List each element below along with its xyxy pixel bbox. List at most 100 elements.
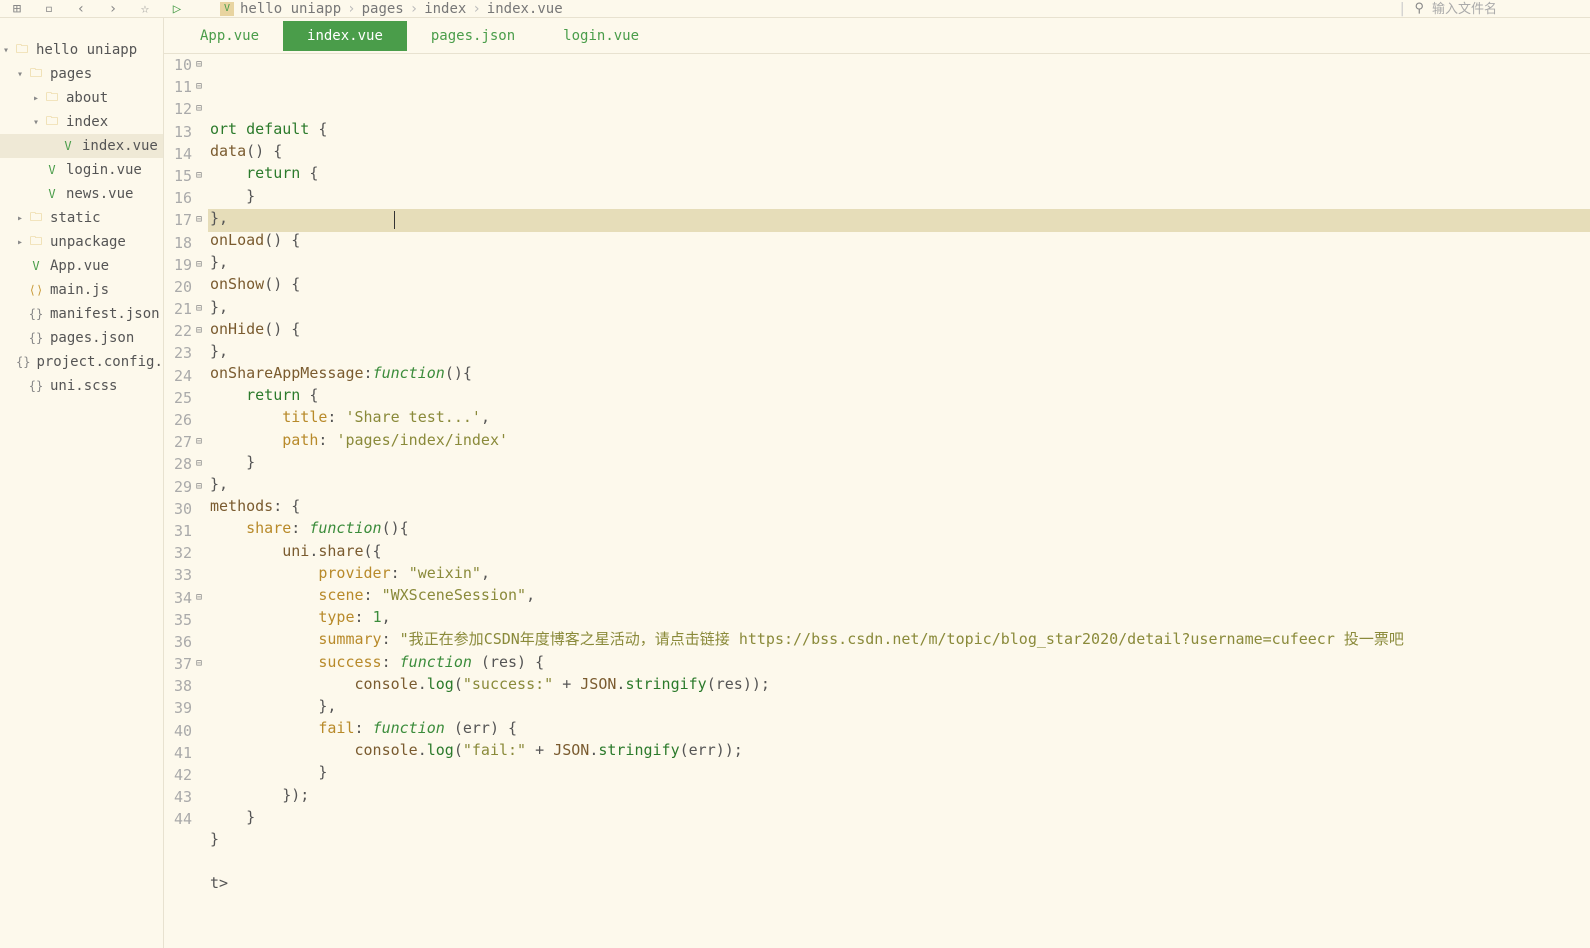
tree-item-login-vue[interactable]: Vlogin.vue: [0, 158, 163, 182]
line-number: 40: [164, 720, 192, 742]
code-line[interactable]: onLoad() {: [208, 229, 1590, 251]
code-line[interactable]: }: [208, 451, 1590, 473]
breadcrumb-item[interactable]: pages: [362, 1, 404, 17]
folder-icon: 🗀: [44, 88, 60, 109]
code-line[interactable]: success: function (res) {: [208, 651, 1590, 673]
tab-index-vue[interactable]: index.vue: [283, 21, 407, 51]
fold-minus-icon[interactable]: ⊟: [196, 76, 208, 98]
code-line[interactable]: }: [208, 185, 1590, 207]
tree-item-project-config-json[interactable]: {}project.config.json: [0, 350, 163, 374]
code-line[interactable]: t>: [208, 872, 1590, 894]
code-line[interactable]: uni.share({: [208, 540, 1590, 562]
code-line[interactable]: share: function(){: [208, 517, 1590, 539]
chevron-right-icon[interactable]: ▸: [30, 93, 42, 104]
code-line[interactable]: },: [208, 251, 1590, 273]
code-line[interactable]: [208, 850, 1590, 872]
tree-item-news-vue[interactable]: Vnews.vue: [0, 182, 163, 206]
code-line[interactable]: },: [208, 207, 1590, 229]
code-line[interactable]: ort default {: [208, 118, 1590, 140]
breadcrumb-item[interactable]: index.vue: [487, 1, 563, 17]
tree-item-index[interactable]: ▾🗀index: [0, 110, 163, 134]
tree-item-App-vue[interactable]: VApp.vue: [0, 254, 163, 278]
search-icon[interactable]: ⚲: [1414, 1, 1424, 16]
code-line[interactable]: provider: "weixin",: [208, 562, 1590, 584]
line-number: 39: [164, 697, 192, 719]
fold-minus-icon[interactable]: ⊟: [196, 254, 208, 276]
tab-App-vue[interactable]: App.vue: [176, 21, 283, 51]
fold-minus-icon[interactable]: ⊟: [196, 453, 208, 475]
fold-gutter[interactable]: ⊟⊟⊟⊟⊟⊟⊟⊟⊟⊟⊟⊟⊟: [196, 54, 208, 948]
code-line[interactable]: onShareAppMessage:function(){: [208, 362, 1590, 384]
editor-tabs: App.vueindex.vuepages.jsonlogin.vue: [164, 18, 1590, 54]
fold-minus-icon[interactable]: ⊟: [196, 98, 208, 120]
line-number: 15: [164, 165, 192, 187]
folder-icon: 🗀: [28, 208, 44, 229]
chevron-down-icon[interactable]: ▾: [30, 117, 42, 128]
code-line[interactable]: return {: [208, 384, 1590, 406]
code-area[interactable]: 1011121314151617181920212223242526272829…: [164, 54, 1590, 948]
tree-item-static[interactable]: ▸🗀static: [0, 206, 163, 230]
fold-minus-icon[interactable]: ⊟: [196, 320, 208, 342]
tree-item-main-js[interactable]: ⟨⟩main.js: [0, 278, 163, 302]
tree-item-about[interactable]: ▸🗀about: [0, 86, 163, 110]
code-line[interactable]: });: [208, 784, 1590, 806]
fold-minus-icon[interactable]: ⊟: [196, 298, 208, 320]
fold-minus-icon[interactable]: ⊟: [196, 587, 208, 609]
chevron-right-icon[interactable]: ▸: [14, 213, 26, 224]
tab-login-vue[interactable]: login.vue: [539, 21, 663, 51]
code-line[interactable]: },: [208, 340, 1590, 362]
line-number: 34: [164, 587, 192, 609]
code-line[interactable]: },: [208, 296, 1590, 318]
fold-minus-icon[interactable]: ⊟: [196, 653, 208, 675]
code-line[interactable]: onHide() {: [208, 318, 1590, 340]
code-line[interactable]: data() {: [208, 140, 1590, 162]
code-line[interactable]: type: 1,: [208, 606, 1590, 628]
scss-icon: {}: [28, 379, 44, 393]
code-line[interactable]: },: [208, 473, 1590, 495]
chevron-down-icon[interactable]: ▾: [0, 45, 12, 56]
code-line[interactable]: return {: [208, 162, 1590, 184]
code-line[interactable]: scene: "WXSceneSession",: [208, 584, 1590, 606]
fold-minus-icon[interactable]: ⊟: [196, 431, 208, 453]
code-line[interactable]: methods: {: [208, 495, 1590, 517]
fold-minus-icon[interactable]: ⊟: [196, 209, 208, 231]
tree-item-pages-json[interactable]: {}pages.json: [0, 326, 163, 350]
code-line[interactable]: title: 'Share test...',: [208, 406, 1590, 428]
chevron-right-icon[interactable]: ▸: [14, 237, 26, 248]
tree-item-pages[interactable]: ▾🗀pages: [0, 62, 163, 86]
search-input[interactable]: [1432, 1, 1582, 16]
tree-item-hello uniapp[interactable]: ▾🗀hello uniapp: [0, 38, 163, 62]
tree-item-uni-scss[interactable]: {}uni.scss: [0, 374, 163, 398]
tree-item-manifest-json[interactable]: {}manifest.json: [0, 302, 163, 326]
run-icon[interactable]: ▷: [168, 0, 186, 18]
nav-forward-icon[interactable]: ›: [104, 0, 122, 18]
code-line[interactable]: onShow() {: [208, 273, 1590, 295]
code-line[interactable]: console.log("success:" + JSON.stringify(…: [208, 673, 1590, 695]
fold-spacer: [196, 542, 208, 564]
code-line[interactable]: fail: function (err) {: [208, 717, 1590, 739]
code-line[interactable]: summary: "我正在参加CSDN年度博客之星活动，请点击链接 https:…: [208, 628, 1590, 650]
line-number: 32: [164, 542, 192, 564]
breadcrumb-item[interactable]: hello uniapp: [240, 1, 341, 17]
chevron-down-icon[interactable]: ▾: [14, 69, 26, 80]
code-line[interactable]: }: [208, 828, 1590, 850]
star-icon[interactable]: ☆: [136, 0, 154, 18]
fold-minus-icon[interactable]: ⊟: [196, 476, 208, 498]
new-file-icon[interactable]: ⊞: [8, 0, 26, 18]
code-line[interactable]: }: [208, 806, 1590, 828]
code-content[interactable]: ort default {data() { return { }},onLoad…: [208, 54, 1590, 948]
fold-spacer: [196, 609, 208, 631]
fold-minus-icon[interactable]: ⊟: [196, 54, 208, 76]
fold-spacer: [196, 498, 208, 520]
tree-item-unpackage[interactable]: ▸🗀unpackage: [0, 230, 163, 254]
save-icon[interactable]: ▫: [40, 0, 58, 18]
breadcrumb-item[interactable]: index: [424, 1, 466, 17]
code-line[interactable]: },: [208, 695, 1590, 717]
tab-pages-json[interactable]: pages.json: [407, 21, 539, 51]
nav-back-icon[interactable]: ‹: [72, 0, 90, 18]
code-line[interactable]: }: [208, 761, 1590, 783]
code-line[interactable]: console.log("fail:" + JSON.stringify(err…: [208, 739, 1590, 761]
fold-minus-icon[interactable]: ⊟: [196, 165, 208, 187]
tree-item-index-vue[interactable]: Vindex.vue: [0, 134, 163, 158]
code-line[interactable]: path: 'pages/index/index': [208, 429, 1590, 451]
